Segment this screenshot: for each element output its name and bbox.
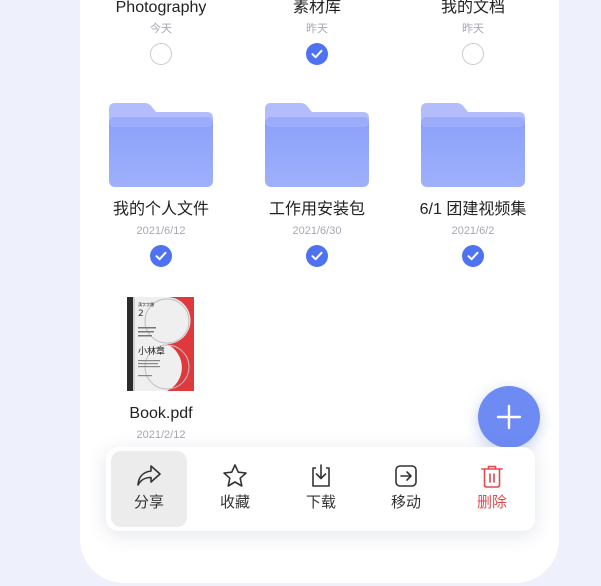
file-item-work-installers[interactable]: 工作用安装包 2021/6/30 [239, 200, 395, 267]
file-item-material-library[interactable]: 素材库 昨天 [239, 0, 395, 65]
file-name: Book.pdf [129, 405, 193, 422]
file-item-team-videos[interactable]: 6/1 团建视频集 2021/6/2 [395, 200, 551, 267]
book-cover-title: 小林章 [138, 345, 165, 357]
action-toolbar: 分享 收藏 下载 移动 删除 [106, 447, 535, 531]
file-name: 我的个人文件 [112, 201, 209, 218]
pdf-thumbnail[interactable]: 漢字字體 2 小林章 [127, 297, 194, 391]
add-button[interactable] [478, 386, 540, 448]
file-date: 2021/2/12 [136, 429, 186, 441]
favorite-button[interactable]: 收藏 [197, 451, 273, 527]
share-label: 分享 [133, 494, 164, 511]
folder-icon[interactable] [109, 103, 213, 187]
file-item-photography[interactable]: Photography 今天 [83, 0, 239, 65]
delete-button[interactable]: 删除 [454, 451, 530, 527]
delete-label: 删除 [476, 494, 507, 511]
file-date: 昨天 [462, 23, 484, 35]
file-date: 今天 [150, 23, 172, 35]
share-icon [137, 465, 161, 486]
move-button[interactable]: 移动 [368, 451, 444, 527]
file-date: 昨天 [306, 23, 328, 35]
share-button[interactable]: 分享 [111, 451, 187, 527]
checkmark-icon [155, 251, 167, 261]
trash-icon [481, 465, 503, 488]
select-checkbox[interactable] [462, 43, 484, 65]
download-label: 下载 [305, 494, 336, 511]
move-label: 移动 [390, 494, 421, 511]
file-name: 工作用安装包 [268, 201, 365, 218]
checkmark-icon [467, 251, 479, 261]
select-checkbox-checked[interactable] [306, 245, 328, 267]
folder-icon[interactable] [421, 103, 525, 187]
file-name: 我的文档 [440, 0, 505, 16]
file-item-my-documents[interactable]: 我的文档 昨天 [395, 0, 551, 65]
download-button[interactable]: 下载 [283, 451, 359, 527]
checkmark-icon [311, 251, 323, 261]
file-item-personal-files[interactable]: 我的个人文件 2021/6/12 [83, 200, 239, 267]
star-icon [223, 464, 247, 487]
file-name: 6/1 团建视频集 [419, 201, 527, 218]
book-cover-number: 2 [138, 309, 144, 319]
plus-icon [496, 404, 522, 430]
checkmark-icon [311, 49, 323, 59]
file-name: 素材库 [292, 0, 341, 16]
select-checkbox-checked[interactable] [150, 245, 172, 267]
select-checkbox-checked[interactable] [462, 245, 484, 267]
favorite-label: 收藏 [219, 494, 250, 511]
select-checkbox[interactable] [150, 43, 172, 65]
file-date: 2021/6/12 [136, 225, 186, 237]
select-checkbox-checked[interactable] [306, 43, 328, 65]
file-date: 2021/6/30 [292, 225, 342, 237]
move-icon [395, 465, 417, 487]
folder-icon[interactable] [265, 103, 369, 187]
file-item-book-pdf[interactable]: Book.pdf 2021/2/12 [83, 404, 239, 442]
svg-text:漢字字體: 漢字字體 [138, 301, 154, 307]
download-icon [312, 464, 330, 487]
file-date: 2021/6/2 [451, 225, 495, 237]
file-name: Photography [115, 0, 207, 16]
